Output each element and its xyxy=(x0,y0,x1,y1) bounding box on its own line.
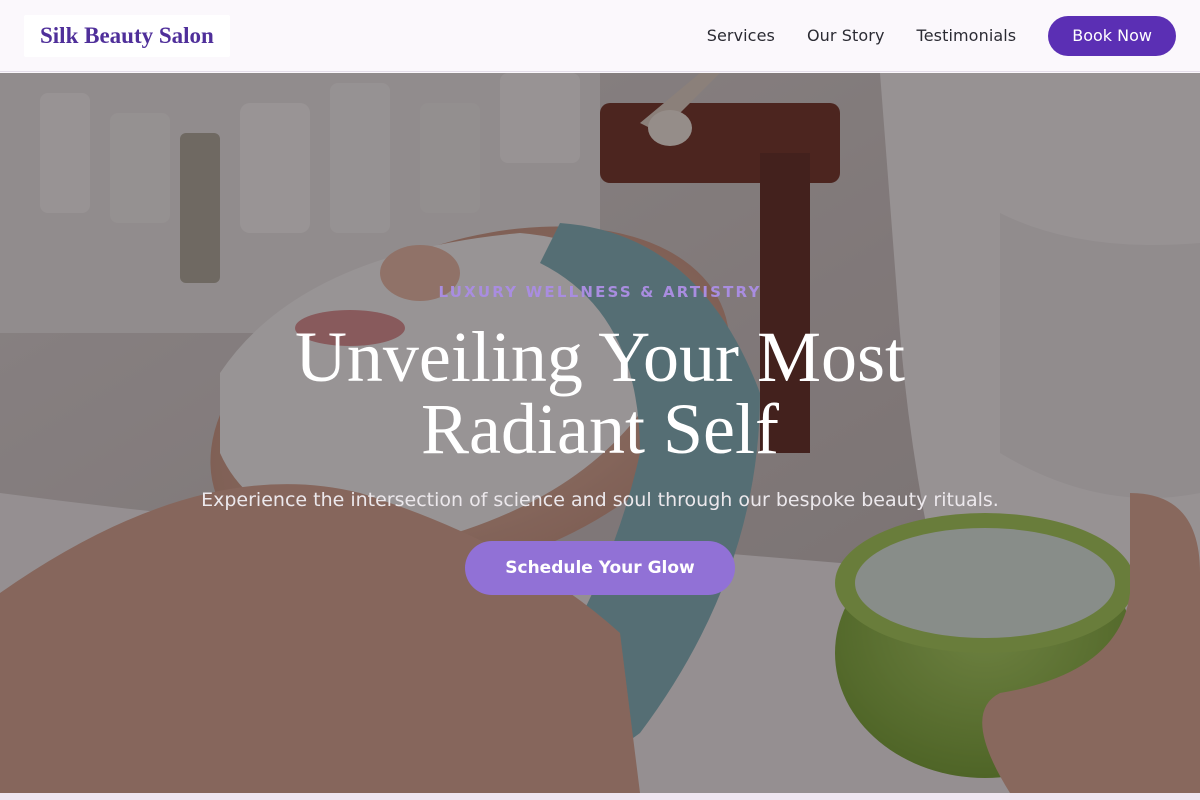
nav-link-our-story[interactable]: Our Story xyxy=(807,26,885,45)
hero-headline-line2: Radiant Self xyxy=(421,389,779,469)
hero-content: LUXURY WELLNESS & ARTISTRY Unveiling You… xyxy=(0,73,1200,793)
schedule-your-glow-button[interactable]: Schedule Your Glow xyxy=(465,541,735,595)
hero-eyebrow: LUXURY WELLNESS & ARTISTRY xyxy=(438,283,762,301)
hero-headline-line1: Unveiling Your Most xyxy=(294,317,906,397)
nav-link-services[interactable]: Services xyxy=(707,26,775,45)
site-header: Silk Beauty Salon Services Our Story Tes… xyxy=(0,0,1200,72)
hero-subtext: Experience the intersection of science a… xyxy=(201,489,999,511)
site-logo[interactable]: Silk Beauty Salon xyxy=(40,23,214,49)
page-bottom-strip xyxy=(0,793,1200,800)
main-nav: Services Our Story Testimonials Book Now xyxy=(707,15,1176,56)
book-now-button[interactable]: Book Now xyxy=(1048,15,1176,56)
logo-container[interactable]: Silk Beauty Salon xyxy=(24,14,230,57)
nav-link-testimonials[interactable]: Testimonials xyxy=(917,26,1017,45)
hero-headline: Unveiling Your Most Radiant Self xyxy=(220,321,980,465)
hero-section: LUXURY WELLNESS & ARTISTRY Unveiling You… xyxy=(0,73,1200,793)
